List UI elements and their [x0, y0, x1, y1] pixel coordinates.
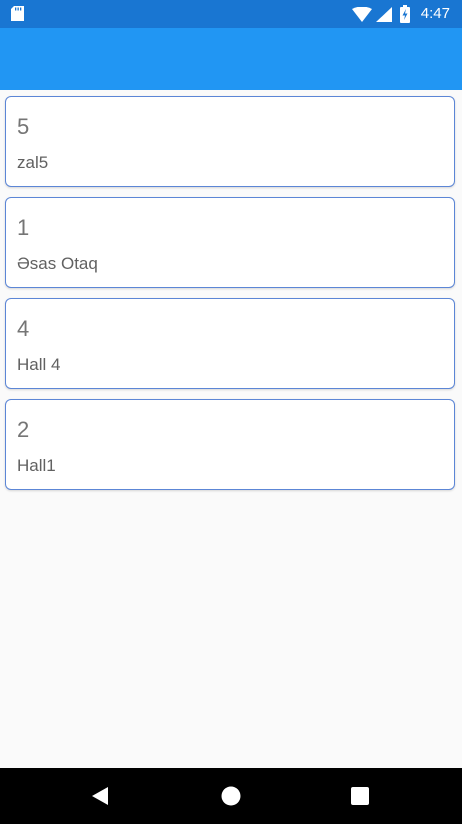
- sd-card-icon: [11, 6, 24, 21]
- back-button[interactable]: [88, 784, 112, 808]
- app-toolbar: [0, 28, 462, 90]
- hall-number: 1: [17, 215, 30, 240]
- wifi-icon: [352, 7, 372, 22]
- hall-name: zal5: [17, 153, 49, 172]
- hall-card[interactable]: 1 Əsas Otaq: [5, 197, 455, 288]
- recents-icon: [351, 787, 369, 805]
- back-icon: [92, 787, 108, 805]
- screen: 4:47 5 zal5 1 Əsas Otaq 4 Hall 4 2 Hall1: [0, 0, 462, 824]
- hall-number: 2: [17, 417, 30, 442]
- navigation-bar: [0, 768, 462, 824]
- home-button[interactable]: [219, 784, 243, 808]
- home-icon: [221, 786, 241, 806]
- hall-name: Hall 4: [17, 355, 61, 374]
- status-clock: 4:47: [420, 5, 450, 22]
- hall-name: Hall1: [17, 456, 56, 475]
- hall-card[interactable]: 4 Hall 4: [5, 298, 455, 389]
- hall-number: 4: [17, 316, 30, 341]
- status-bar: 4:47: [0, 0, 462, 28]
- cell-signal-icon: [376, 7, 392, 22]
- hall-card[interactable]: 2 Hall1: [5, 399, 455, 490]
- hall-list: 5 zal5 1 Əsas Otaq 4 Hall 4 2 Hall1: [5, 96, 455, 500]
- recents-button[interactable]: [348, 784, 372, 808]
- battery-charging-icon: [400, 5, 410, 23]
- hall-card[interactable]: 5 zal5: [5, 96, 455, 187]
- hall-number: 5: [17, 114, 30, 139]
- hall-name: Əsas Otaq: [17, 254, 98, 273]
